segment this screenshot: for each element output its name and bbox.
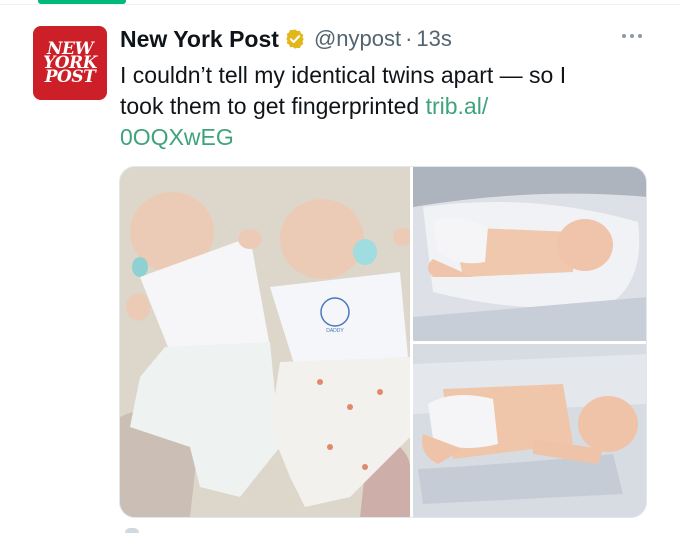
- next-item-hint: [125, 528, 139, 533]
- tweet-text: I couldn’t tell my identical twins apart…: [120, 60, 650, 153]
- onesie-print: DADDY: [326, 328, 344, 334]
- author-name[interactable]: New York Post: [120, 26, 279, 53]
- photo-twins-side-by-side[interactable]: DADDY: [120, 167, 410, 517]
- verified-badge-icon[interactable]: [284, 28, 306, 50]
- photo-blanket-illustration: [413, 344, 646, 517]
- media-divider-horizontal: [413, 341, 646, 344]
- separator-dot: ·: [405, 26, 413, 51]
- author-handle[interactable]: @nypost: [314, 26, 401, 52]
- avatar[interactable]: NEW YORK POST: [33, 26, 107, 100]
- avatar-logo-line-3: POST: [44, 67, 96, 87]
- tweet-header: New York Post @nypost · 13s: [120, 24, 452, 54]
- photo-newborn-on-blanket[interactable]: [413, 344, 646, 517]
- tweet-text-line-1: I couldn’t tell my identical twins apart…: [120, 62, 567, 88]
- photo-twins-illustration: DADDY: [120, 167, 410, 517]
- more-options-icon[interactable]: [618, 26, 646, 46]
- photo-newborn-in-lounger[interactable]: [413, 167, 646, 341]
- photo-lounger-illustration: [413, 167, 646, 341]
- tweet-media-grid[interactable]: DADDY: [119, 166, 647, 518]
- timeline-top-border: [0, 0, 680, 5]
- tweet-text-line-2: took them to get fingerprinted trib.al/: [120, 91, 650, 122]
- tweet-link-part-1[interactable]: trib.al/: [426, 93, 489, 119]
- tweet-text-line-2-content: took them to get fingerprinted: [120, 93, 426, 119]
- tweet-link-part-2[interactable]: 0OQXwEG: [120, 124, 234, 150]
- timestamp[interactable]: 13s: [416, 26, 451, 52]
- divider: [0, 4, 680, 5]
- tweet-text-line-3: 0OQXwEG: [120, 122, 650, 153]
